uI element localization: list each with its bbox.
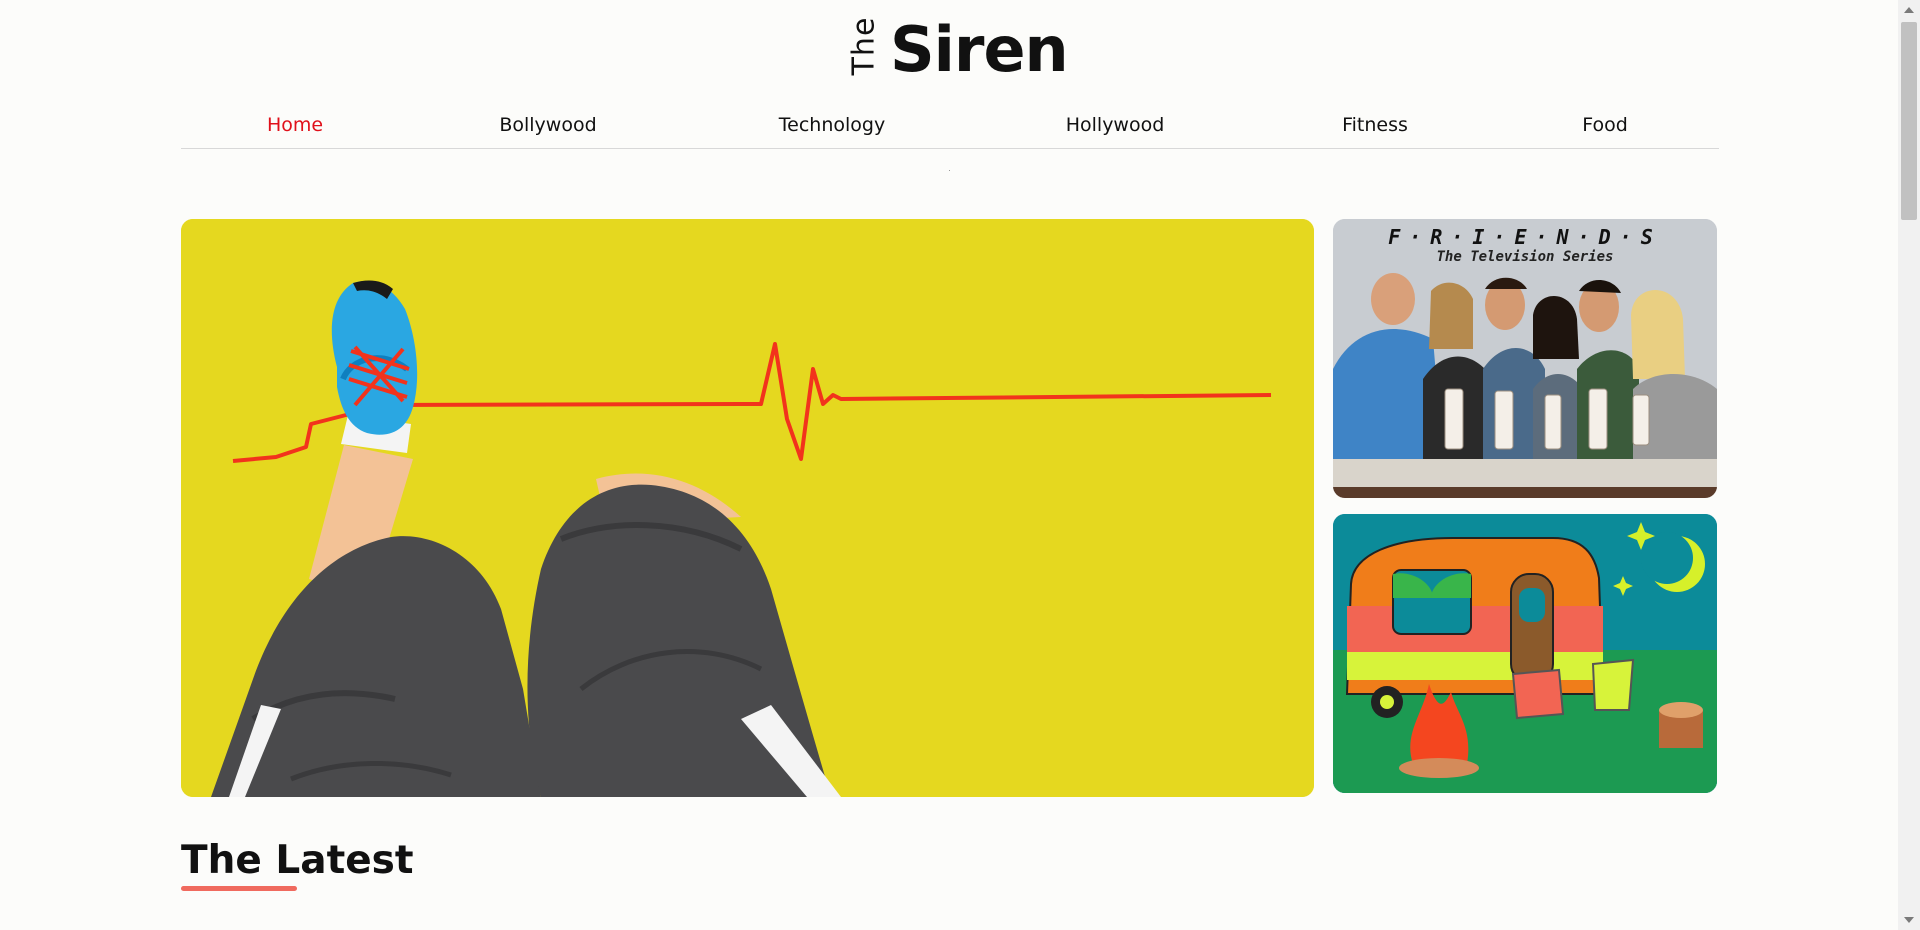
logo-the: The	[846, 16, 882, 76]
hero-article-card[interactable]	[181, 219, 1314, 797]
page-scrollbar[interactable]	[1898, 0, 1920, 930]
main-nav: Home Bollywood Technology Hollywood Fitn…	[181, 108, 1719, 149]
section-title-latest: The Latest	[181, 838, 414, 883]
hero-image	[181, 219, 1314, 797]
chevron-down-icon[interactable]	[1904, 917, 1914, 923]
nav-fitness[interactable]: Fitness	[1342, 114, 1408, 136]
camping-article-card[interactable]	[1333, 514, 1717, 793]
logo-siren[interactable]: Siren	[890, 12, 1069, 88]
nav-food[interactable]: Food	[1582, 114, 1628, 136]
nav-technology[interactable]: Technology	[779, 114, 885, 136]
section-title-underline	[181, 886, 297, 891]
nav-hollywood[interactable]: Hollywood	[1066, 114, 1165, 136]
friends-title-text: F·R·I·E·N·D·S	[1388, 225, 1662, 249]
nav-home[interactable]: Home	[267, 114, 323, 136]
friends-article-card[interactable]: F·R·I·E·N·D·S The Television Series	[1333, 219, 1717, 498]
nav-bollywood[interactable]: Bollywood	[499, 114, 596, 136]
chevron-up-icon[interactable]	[1904, 7, 1914, 13]
friends-subtitle-text: The Television Series	[1436, 249, 1614, 265]
scroll-thumb[interactable]	[1901, 22, 1917, 220]
divider-dot	[949, 170, 950, 171]
camping-image	[1333, 514, 1717, 793]
page: The Siren Home Bollywood Technology Holl…	[0, 0, 1898, 930]
